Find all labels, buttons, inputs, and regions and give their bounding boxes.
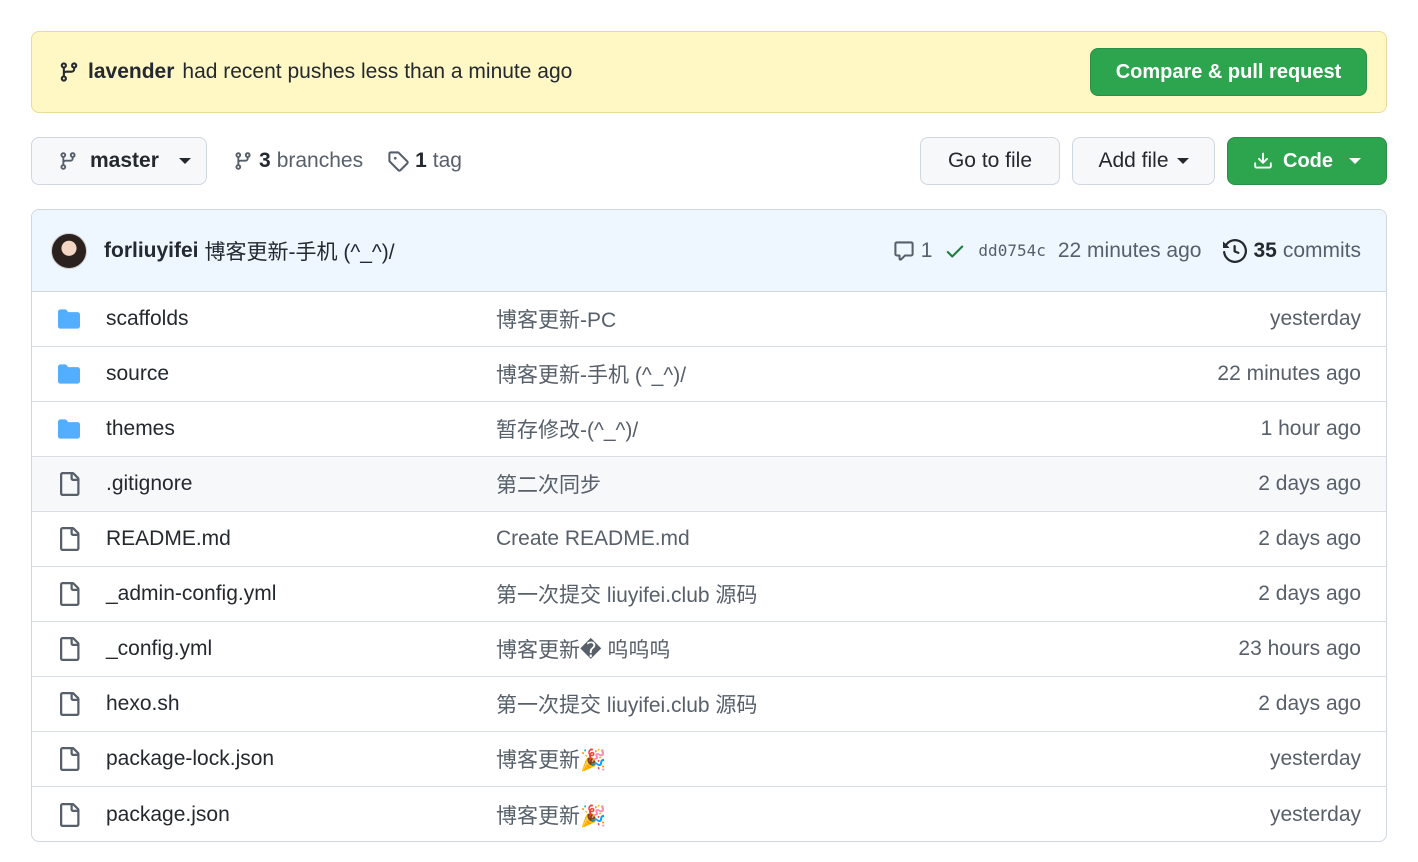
file-name[interactable]: package-lock.json [106, 747, 496, 771]
git-branch-icon [233, 151, 253, 171]
tag-icon [387, 150, 409, 172]
push-message-text: had recent pushes less than a minute ago [182, 60, 573, 83]
file-name[interactable]: _admin-config.yml [106, 582, 496, 606]
file-icon [56, 581, 82, 607]
file-row[interactable]: hexo.sh 第一次提交 liuyifei.club 源码 2 days ago [32, 677, 1386, 732]
file-row[interactable]: _admin-config.yml 第一次提交 liuyifei.club 源码 2… [32, 567, 1386, 622]
file-commit-age: 1 hour ago [1260, 417, 1361, 440]
git-branch-icon [58, 61, 80, 83]
file-name[interactable]: README.md [106, 527, 496, 551]
history-icon [1223, 238, 1248, 263]
file-commit-age: 2 days ago [1258, 472, 1361, 495]
file-commit-age: yesterday [1269, 802, 1361, 826]
file-browser: forliuyifei 博客更新-手机 (^_^)/ 1 dd0754c 22 … [31, 209, 1387, 842]
file-commit-age: yesterday [1269, 307, 1361, 330]
file-icon [56, 526, 82, 552]
pushed-branch-name[interactable]: lavender [88, 60, 174, 84]
commits-count: 35 [1253, 238, 1277, 262]
commits-history-link[interactable]: 35 commits [1223, 239, 1361, 263]
latest-commit-bar: forliuyifei 博客更新-手机 (^_^)/ 1 dd0754c 22 … [32, 210, 1386, 292]
tags-count: 1 [415, 149, 427, 172]
download-icon [1253, 151, 1273, 171]
file-name[interactable]: _config.yml [106, 637, 496, 661]
file-commit-age: 2 days ago [1258, 527, 1361, 550]
file-row[interactable]: package.json 博客更新🎉 yesterday [32, 787, 1386, 841]
commits-label: commits [1282, 238, 1361, 262]
comments-count: 1 [920, 238, 933, 262]
branches-link[interactable]: 3 branches [233, 149, 363, 173]
comment-icon [893, 240, 915, 262]
commit-sha[interactable]: dd0754c [978, 241, 1045, 260]
commit-time[interactable]: 22 minutes ago [1058, 239, 1202, 263]
file-commit-message[interactable]: 博客更新🎉 [496, 800, 1270, 830]
file-commit-message[interactable]: 博客更新-手机 (^_^)/ [496, 359, 1217, 389]
file-name[interactable]: source [106, 362, 496, 386]
file-commit-age: 23 hours ago [1238, 637, 1361, 660]
branches-count: 3 [259, 149, 271, 172]
file-commit-age: 2 days ago [1258, 582, 1361, 605]
file-commit-message[interactable]: 第二次同步 [496, 469, 1258, 499]
folder-icon [56, 306, 82, 332]
file-icon [56, 802, 82, 828]
code-button[interactable]: Code [1227, 137, 1387, 185]
file-commit-age: yesterday [1269, 747, 1361, 770]
code-label: Code [1283, 149, 1333, 172]
repo-toolbar: master 3 branches 1 tag Go to file Add f… [31, 137, 1387, 185]
git-branch-icon [58, 151, 78, 171]
comments-link[interactable]: 1 [893, 238, 933, 263]
file-commit-age: 2 days ago [1258, 692, 1361, 715]
file-commit-message[interactable]: 博客更新� 呜呜呜 [496, 634, 1238, 664]
file-row[interactable]: themes 暂存修改-(^_^)/1 hour ago [32, 402, 1386, 457]
file-icon [56, 471, 82, 497]
caret-down-icon [1176, 158, 1189, 164]
file-row[interactable]: README.md Create README.md 2 days ago [32, 512, 1386, 567]
commit-message[interactable]: 博客更新-手机 (^_^)/ [205, 236, 395, 266]
caret-down-icon [1349, 158, 1361, 164]
file-name[interactable]: package.json [106, 803, 496, 827]
avatar[interactable] [51, 232, 87, 269]
file-icon [56, 691, 82, 717]
file-commit-age: 22 minutes ago [1217, 362, 1361, 385]
compare-pull-request-button[interactable]: Compare & pull request [1090, 48, 1367, 96]
file-icon [56, 636, 82, 662]
add-file-button[interactable]: Add file [1072, 137, 1215, 185]
folder-icon [56, 416, 82, 442]
file-icon [56, 746, 82, 772]
file-row[interactable]: _config.yml 博客更新� 呜呜呜 23 hours ago [32, 622, 1386, 677]
file-row[interactable]: package-lock.json 博客更新🎉 yesterday [32, 732, 1386, 787]
current-branch-label: master [90, 149, 159, 172]
file-row[interactable]: .gitignore 第二次同步 2 days ago [32, 457, 1386, 512]
file-commit-message[interactable]: 暂存修改-(^_^)/ [496, 414, 1261, 444]
file-commit-message[interactable]: Create README.md [496, 527, 1258, 551]
file-name[interactable]: scaffolds [106, 307, 496, 331]
caret-down-icon [178, 158, 191, 164]
tags-label: tag [432, 149, 462, 172]
file-commit-message[interactable]: 第一次提交 liuyifei.club 源码 [496, 689, 1258, 719]
recent-push-banner: lavender had recent pushes less than a m… [31, 31, 1387, 113]
file-commit-message[interactable]: 博客更新-PC [496, 304, 1270, 334]
file-commit-message[interactable]: 第一次提交 liuyifei.club 源码 [496, 579, 1258, 609]
file-name[interactable]: hexo.sh [106, 692, 496, 716]
check-icon[interactable] [944, 240, 966, 262]
recent-push-message: lavender had recent pushes less than a m… [58, 60, 572, 84]
file-row[interactable]: source 博客更新-手机 (^_^)/22 minutes ago [32, 347, 1386, 402]
file-commit-message[interactable]: 博客更新🎉 [496, 744, 1270, 774]
file-name[interactable]: themes [106, 417, 496, 441]
file-list: scaffolds 博客更新-PC yesterday source 博客更新-手机 (… [32, 292, 1386, 841]
add-file-label: Add file [1098, 149, 1169, 172]
tags-link[interactable]: 1 tag [387, 149, 462, 173]
commit-author[interactable]: forliuyifei [104, 239, 199, 263]
go-to-file-button[interactable]: Go to file [920, 137, 1060, 185]
folder-icon [56, 361, 82, 387]
file-row[interactable]: scaffolds 博客更新-PC yesterday [32, 292, 1386, 347]
branch-select-button[interactable]: master [31, 137, 207, 185]
branches-label: branches [276, 149, 364, 172]
commit-meta: 1 dd0754c 22 minutes ago 35 commits [893, 239, 1361, 263]
file-name[interactable]: .gitignore [106, 472, 496, 496]
